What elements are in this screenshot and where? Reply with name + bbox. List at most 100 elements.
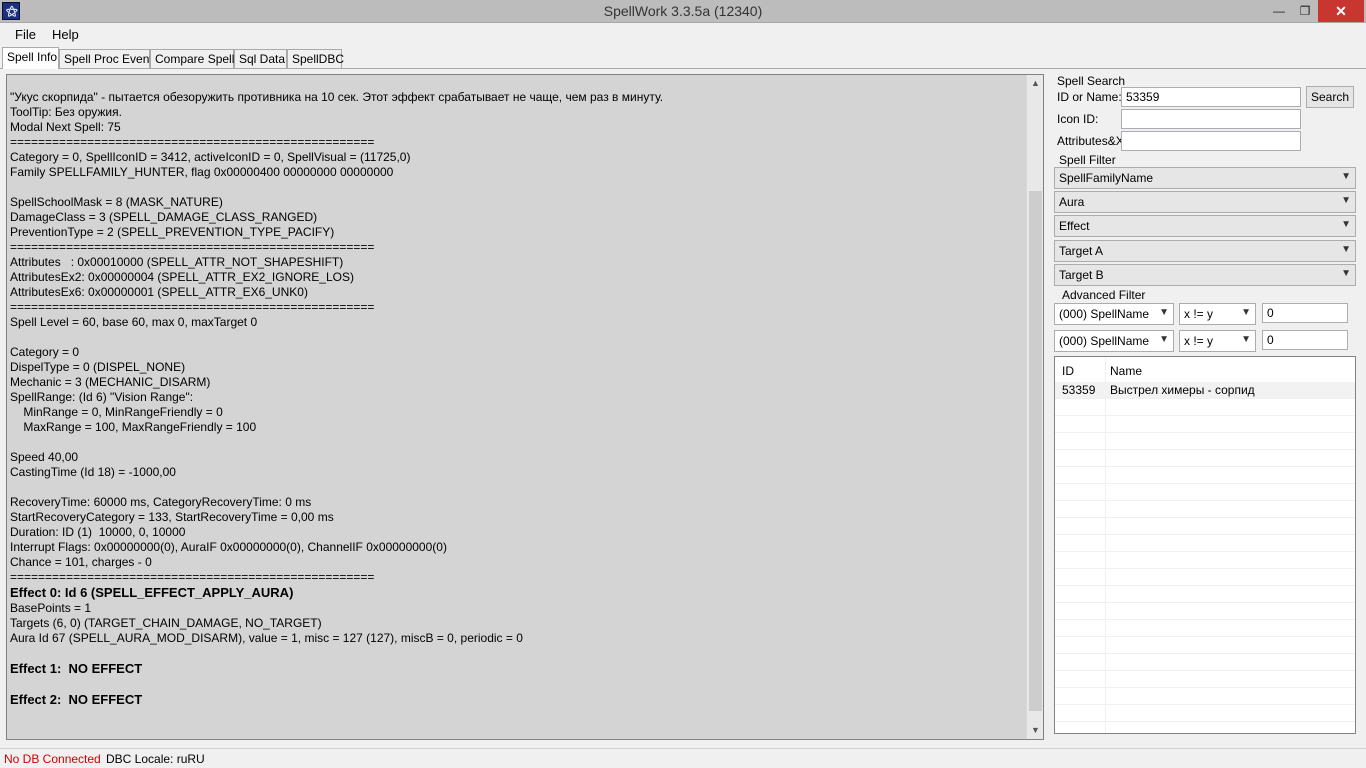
spell-info-line: Duration: ID (1) 10000, 0, 10000: [10, 525, 186, 539]
target-b-value: Target B: [1059, 268, 1104, 282]
spell-info-line: Family SPELLFAMILY_HUNTER, flag 0x000004…: [10, 165, 394, 179]
chevron-down-icon: ▼: [1241, 307, 1251, 318]
adv-field-value-2: (000) SpellName: [1059, 334, 1150, 348]
menu-help[interactable]: Help: [52, 27, 79, 42]
icon-id-input[interactable]: [1121, 109, 1301, 129]
empty-row: [1055, 637, 1355, 654]
spell-info-line: DispelType = 0 (DISPEL_NONE): [10, 360, 186, 374]
tab-sql-data[interactable]: Sql Data: [234, 49, 287, 68]
tab-spelldbc[interactable]: SpellDBC: [287, 49, 344, 68]
chevron-down-icon: ▼: [1341, 244, 1351, 255]
spell-info-line: MaxRange = 100, MaxRangeFriendly = 100: [10, 420, 257, 434]
target-a-value: Target A: [1059, 244, 1104, 258]
empty-row: [1055, 450, 1355, 467]
chevron-down-icon: ▼: [1341, 171, 1351, 182]
spell-info-text: "Укус скорпида" - пытается обезоружить п…: [10, 90, 1020, 708]
spell-info-line: [10, 435, 1020, 450]
table-row[interactable]: 53359 Выстрел химеры - сорпид: [1055, 382, 1355, 399]
adv-operator-select-2[interactable]: x != y ▼: [1179, 330, 1256, 352]
maximize-icon[interactable]: ❐: [1292, 0, 1318, 22]
window-title: SpellWork 3.3.5a (12340): [603, 3, 763, 19]
empty-row: [1055, 467, 1355, 484]
spell-info-line: ToolTip: Без оружия.: [10, 105, 122, 119]
empty-row: [1055, 586, 1355, 603]
spell-info-line: ========================================…: [10, 135, 375, 149]
adv-operator-value-1: x != y: [1184, 307, 1214, 321]
row-name: Выстрел химеры - сорпид: [1110, 383, 1255, 397]
chevron-down-icon: ▼: [1241, 334, 1251, 345]
adv-value-input-1[interactable]: 0: [1262, 303, 1348, 323]
spell-info-line: Mechanic = 3 (MECHANIC_DISARM): [10, 375, 211, 389]
empty-row: [1055, 671, 1355, 688]
empty-row: [1055, 654, 1355, 671]
menu-bar: File Help: [0, 23, 1366, 46]
spell-info-line: Chance = 101, charges - 0: [10, 555, 152, 569]
spell-info-line: StartRecoveryCategory = 133, StartRecove…: [10, 510, 334, 524]
spell-info-line: [10, 677, 1020, 692]
adv-operator-value-2: x != y: [1184, 334, 1214, 348]
tab-compare-spells[interactable]: Compare Spells: [150, 49, 240, 68]
adv-value-input-2[interactable]: 0: [1262, 330, 1348, 350]
spell-info-line: AttributesEx2: 0x00000004 (SPELL_ATTR_EX…: [10, 270, 354, 284]
adv-operator-select-1[interactable]: x != y ▼: [1179, 303, 1256, 325]
spell-family-select[interactable]: SpellFamilyName ▼: [1054, 167, 1356, 189]
close-icon[interactable]: ✕: [1318, 0, 1364, 22]
spell-info-line: Interrupt Flags: 0x00000000(0), AuraIF 0…: [10, 540, 447, 554]
spell-results-list[interactable]: ID Name 53359 Выстрел химеры - сорпид: [1054, 356, 1356, 734]
effect-heading-line: Effect 1: NO EFFECT: [10, 661, 143, 676]
empty-row: [1055, 433, 1355, 450]
menu-file[interactable]: File: [15, 27, 36, 42]
adv-field-select-2[interactable]: (000) SpellName ▼: [1054, 330, 1174, 352]
attributes-label: Attributes&X:: [1057, 134, 1128, 148]
aura-select[interactable]: Aura ▼: [1054, 191, 1356, 213]
empty-row: [1055, 535, 1355, 552]
spell-info-line: [10, 180, 1020, 195]
spell-info-line: Category = 0: [10, 345, 80, 359]
spell-info-line: AttributesEx6: 0x00000001 (SPELL_ATTR_EX…: [10, 285, 308, 299]
spell-info-line: Speed 40,00: [10, 450, 79, 464]
adv-field-select-1[interactable]: (000) SpellName ▼: [1054, 303, 1174, 325]
scroll-down-icon[interactable]: ▼: [1027, 722, 1043, 739]
target-b-select[interactable]: Target B ▼: [1054, 264, 1356, 286]
title-bar: ⚝ SpellWork 3.3.5a (12340) — ❐ ✕: [0, 0, 1366, 23]
spell-info-line: BasePoints = 1: [10, 601, 92, 615]
effect-select[interactable]: Effect ▼: [1054, 215, 1356, 237]
spell-search-group-label: Spell Search: [1057, 74, 1126, 88]
empty-row: [1055, 552, 1355, 569]
tab-strip: Spell Info Spell Proc Event Compare Spel…: [0, 47, 1366, 69]
status-bar: No DB Connected DBC Locale: ruRU: [0, 748, 1366, 768]
scroll-thumb[interactable]: [1029, 191, 1042, 711]
spell-info-line: Spell Level = 60, base 60, max 0, maxTar…: [10, 315, 258, 329]
spell-info-line: Modal Next Spell: 75: [10, 120, 121, 134]
chevron-down-icon: ▼: [1341, 195, 1351, 206]
minimize-icon[interactable]: —: [1266, 0, 1292, 22]
tab-spell-info[interactable]: Spell Info: [2, 47, 59, 69]
empty-row: [1055, 620, 1355, 637]
dbc-locale-text: DBC Locale: ruRU: [106, 752, 205, 766]
column-header-name[interactable]: Name: [1110, 364, 1142, 378]
spell-info-line: ========================================…: [10, 300, 375, 314]
empty-row: [1055, 399, 1355, 416]
spell-info-line: Attributes : 0x00010000 (SPELL_ATTR_NOT_…: [10, 255, 344, 269]
chevron-down-icon: ▼: [1159, 334, 1169, 345]
vertical-scrollbar[interactable]: ▲ ▼: [1026, 75, 1043, 739]
adv-field-value-1: (000) SpellName: [1059, 307, 1150, 321]
id-or-name-input[interactable]: 53359: [1121, 87, 1301, 107]
search-button[interactable]: Search: [1306, 86, 1354, 108]
column-header-id[interactable]: ID: [1062, 364, 1074, 378]
spell-info-line: Targets (6, 0) (TARGET_CHAIN_DAMAGE, NO_…: [10, 616, 322, 630]
id-or-name-label: ID or Name:: [1057, 90, 1122, 104]
chevron-down-icon: ▼: [1341, 219, 1351, 230]
row-id: 53359: [1062, 383, 1096, 397]
spell-info-line: ========================================…: [10, 570, 375, 584]
spell-info-text-panel[interactable]: "Укус скорпида" - пытается обезоружить п…: [6, 74, 1044, 740]
spell-family-value: SpellFamilyName: [1059, 171, 1154, 185]
attributes-input[interactable]: [1121, 131, 1301, 151]
empty-row: [1055, 518, 1355, 535]
target-a-select[interactable]: Target A ▼: [1054, 240, 1356, 262]
spell-info-line: [10, 646, 1020, 661]
scroll-up-icon[interactable]: ▲: [1027, 75, 1043, 92]
empty-row: [1055, 569, 1355, 586]
tab-spell-proc-event[interactable]: Spell Proc Event: [59, 49, 153, 68]
spell-info-line: SpellSchoolMask = 8 (MASK_NATURE): [10, 195, 223, 209]
